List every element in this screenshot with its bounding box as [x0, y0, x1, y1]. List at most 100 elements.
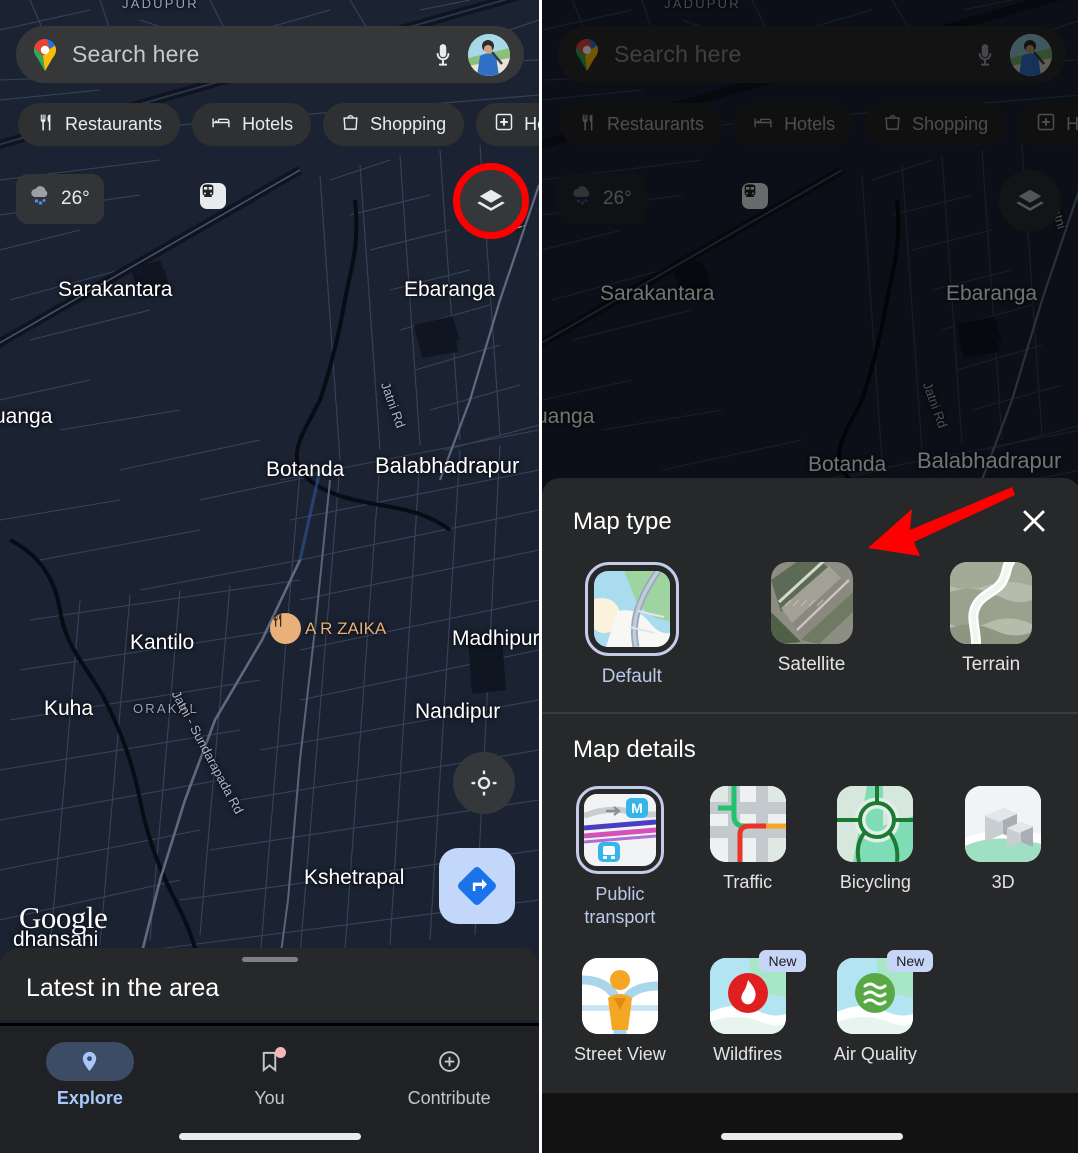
hospital-icon [494, 112, 514, 137]
chip-hotels[interactable]: Hotels [734, 103, 854, 146]
map-detail-label: Wildfires [713, 1044, 783, 1064]
map-detail-public-transport[interactable]: M Public transport [556, 786, 684, 928]
map-type-satellite[interactable]: Satellite [722, 562, 902, 688]
avatar[interactable] [1010, 33, 1052, 76]
map-detail-selected-outline: M [575, 786, 664, 874]
map-type-terrain[interactable]: Terrain [901, 562, 1078, 688]
layers-sheet-header: Map type [542, 478, 1078, 538]
microphone-icon[interactable] [972, 39, 998, 71]
search-bar[interactable]: Search here [558, 26, 1066, 83]
chip-label: Restaurants [65, 114, 163, 134]
3d-thumbnail [965, 786, 1042, 862]
hotel-bed-icon [752, 113, 774, 137]
google-maps-pin-icon [30, 38, 60, 72]
map-pin-icon [83, 1051, 97, 1072]
weather-temperature: 26° [603, 188, 632, 209]
nav-item-contribute[interactable]: Contribute [359, 1042, 539, 1153]
map-detail-label: 3D [991, 872, 1015, 892]
train-station-icon[interactable] [200, 183, 226, 209]
chip-label: Hotels [784, 114, 836, 134]
map-detail-label: Air Quality [833, 1044, 917, 1064]
map-detail-3d[interactable]: 3D [939, 786, 1067, 928]
restaurant-icon [578, 113, 597, 137]
nav-pill-explore [45, 1042, 134, 1081]
search-input[interactable]: Search here [614, 41, 960, 68]
layers-icon [1016, 189, 1044, 211]
search-input[interactable]: Search here [72, 41, 418, 68]
map-detail-traffic[interactable]: Traffic [684, 786, 812, 928]
category-chips: Restaurants Hotels Shopping H [560, 103, 1078, 146]
layers-button-highlight-ring [453, 163, 529, 239]
home-indicator [720, 1133, 903, 1140]
layers-button[interactable] [999, 170, 1061, 232]
terrain-map-thumbnail [950, 562, 1033, 644]
nav-badge-you [275, 1047, 286, 1058]
google-maps-pin-icon [572, 38, 602, 72]
public-transport-thumbnail: M [583, 794, 656, 866]
latest-in-area-title: Latest in the area [26, 974, 220, 1002]
map-type-label: Terrain [962, 654, 1021, 675]
nav-label-contribute: Contribute [407, 1088, 491, 1108]
chip-hospitals[interactable]: Ho [476, 103, 539, 146]
map-detail-street-view[interactable]: Street View [556, 958, 684, 1066]
avatar[interactable] [468, 33, 510, 76]
map-type-options: Default Satellite Terrain [542, 538, 1078, 688]
screenshot-root: JADUPUR Sarakantara Ebaranga uanga Botan… [0, 0, 1078, 1153]
map-detail-air-quality[interactable]: New Air Quality [812, 950, 940, 1066]
my-location-button[interactable] [453, 752, 515, 814]
microphone-icon[interactable] [430, 39, 456, 71]
nav-label-explore: Explore [56, 1088, 123, 1108]
map-type-default[interactable]: Default [542, 562, 722, 688]
sheet-grabber-handle[interactable] [241, 957, 298, 962]
restaurant-icon [36, 113, 55, 137]
search-bar[interactable]: Search here [16, 26, 524, 83]
home-indicator [178, 1133, 361, 1140]
svg-text:M: M [631, 800, 643, 816]
nav-pill-contribute [405, 1042, 493, 1081]
chip-hospitals[interactable]: Ho [1018, 103, 1078, 146]
chip-label: Shopping [912, 114, 989, 134]
directions-icon [458, 867, 496, 905]
new-badge: New [887, 950, 934, 972]
shopping-bag-icon [883, 112, 902, 137]
map-details-row-1: M Public transport Traffic Bicycling 3D [542, 764, 1078, 928]
map-detail-label: Bicycling [839, 872, 911, 892]
system-gesture-bar-area [542, 1093, 1078, 1153]
bottom-navigation-bar: Explore You Contribute [0, 1023, 539, 1153]
map-detail-label: Public transport [584, 884, 656, 927]
chip-restaurants[interactable]: Restaurants [560, 103, 723, 146]
chip-label: Hotels [242, 114, 294, 134]
weather-pill[interactable]: 26° [16, 174, 104, 224]
train-station-icon[interactable] [742, 183, 768, 209]
weather-pill[interactable]: 26° [558, 174, 646, 224]
nav-label-you: You [254, 1088, 285, 1108]
satellite-map-thumbnail [770, 562, 853, 644]
restaurant-poi-icon[interactable] [270, 613, 301, 644]
map-type-label: Satellite [777, 654, 846, 675]
right-screen: JADUPUR Sarakantara Ebaranga uanga Botan… [539, 0, 1078, 1153]
nav-item-explore[interactable]: Explore [0, 1042, 180, 1153]
layers-bottom-sheet: Map type Default Satellite Terrain Map d… [542, 478, 1078, 1153]
left-screen: JADUPUR Sarakantara Ebaranga uanga Botan… [0, 0, 539, 1153]
category-chips: Restaurants Hotels Shopping H [18, 103, 539, 146]
directions-button[interactable] [439, 848, 515, 924]
close-icon[interactable] [1017, 504, 1051, 538]
chip-label: Ho [1066, 114, 1078, 134]
map-type-selected-outline [584, 562, 679, 656]
hotel-bed-icon [210, 113, 232, 137]
chip-hotels[interactable]: Hotels [192, 103, 312, 146]
plus-circle-icon [438, 1051, 460, 1072]
shopping-bag-icon [341, 112, 360, 137]
chip-shopping[interactable]: Shopping [865, 103, 1007, 146]
map-detail-bicycling[interactable]: Bicycling [812, 786, 940, 928]
latest-in-area-sheet[interactable]: Latest in the area [0, 948, 539, 1020]
map-type-title: Map type [573, 508, 672, 535]
rain-cloud-icon [569, 184, 596, 214]
rain-cloud-icon [27, 184, 54, 214]
map-details-title: Map details [573, 736, 696, 763]
map-detail-wildfires[interactable]: New Wildfires [684, 950, 812, 1066]
chip-restaurants[interactable]: Restaurants [18, 103, 181, 146]
map-detail-label: Traffic [723, 872, 773, 892]
chip-shopping[interactable]: Shopping [323, 103, 465, 146]
street-view-thumbnail [581, 958, 658, 1034]
